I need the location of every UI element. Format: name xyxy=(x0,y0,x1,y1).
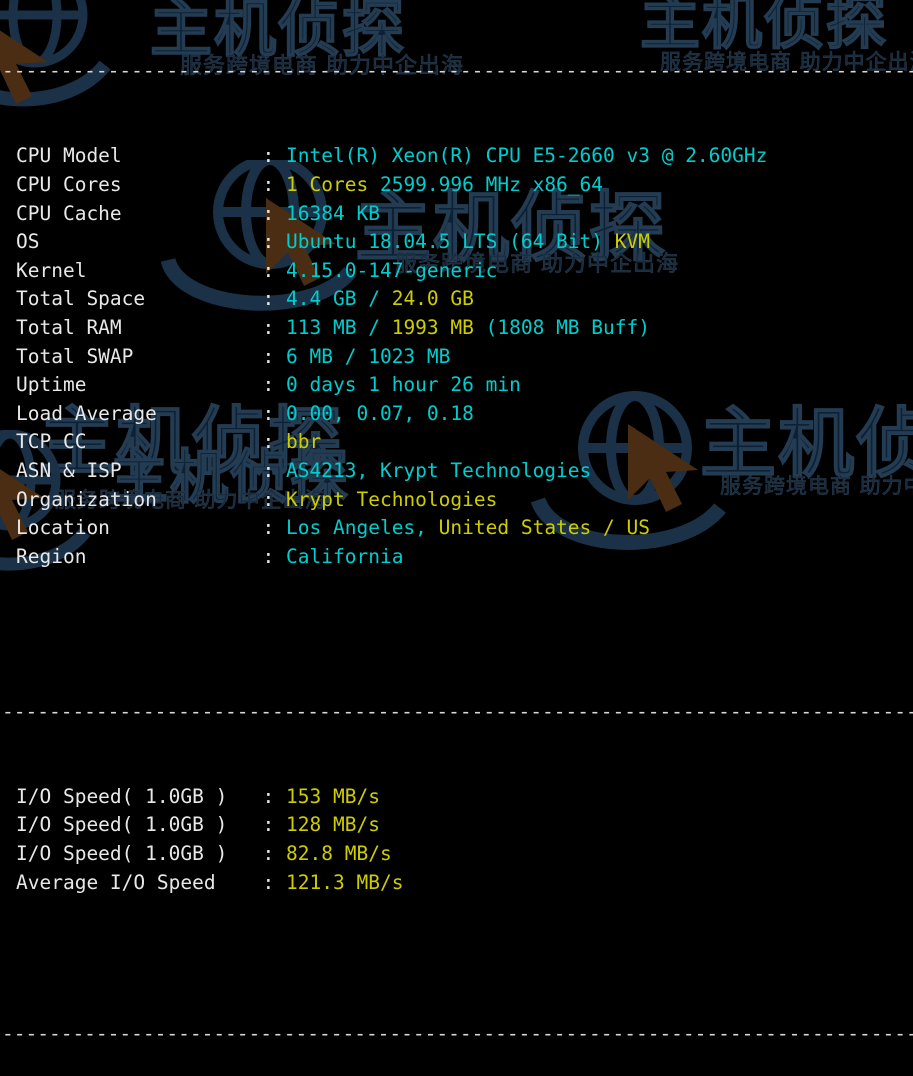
row-value: 153 MB/s xyxy=(286,784,380,808)
info-row: CPU Cores : 1 Cores 2599.996 MHz x86_64 xyxy=(0,171,913,200)
row-value: 121.3 MB/s xyxy=(286,870,404,894)
row-label: Uptime xyxy=(16,373,263,397)
row-colon: : xyxy=(262,315,287,339)
system-info-block: CPU Model : Intel(R) Xeon(R) CPU E5-2660… xyxy=(0,142,913,571)
row-colon: : xyxy=(262,172,287,196)
row-label: Location xyxy=(16,516,263,540)
row-colon: : xyxy=(262,458,287,482)
info-row: Organization : Krypt Technologies xyxy=(0,486,913,515)
info-row: ASN & ISP : AS4213, Krypt Technologies xyxy=(0,457,913,486)
info-row: CPU Model : Intel(R) Xeon(R) CPU E5-2660… xyxy=(0,142,913,171)
info-row: Total SWAP : 6 MB / 1023 MB xyxy=(0,343,913,372)
row-label: CPU Model xyxy=(16,144,263,168)
row-colon: : xyxy=(262,344,287,368)
row-value: 6 MB / 1023 MB xyxy=(286,344,451,368)
row-value: Ubuntu 18.04.5 LTS (64 Bit) xyxy=(286,230,604,254)
info-row: OS : Ubuntu 18.04.5 LTS (64 Bit) KVM xyxy=(0,228,913,257)
row-value: Intel(R) Xeon(R) CPU E5-2660 v3 @ 2.60GH… xyxy=(286,144,768,168)
row-colon: : xyxy=(262,813,287,837)
row-value: (1808 MB Buff) xyxy=(473,315,650,339)
row-colon: : xyxy=(262,201,287,225)
row-colon: : xyxy=(262,287,287,311)
row-label: OS xyxy=(16,230,263,254)
row-value: 128 MB/s xyxy=(286,813,380,837)
row-value: 24.0 GB xyxy=(391,287,474,311)
info-row: Load Average : 0.00, 0.07, 0.18 xyxy=(0,400,913,429)
row-colon: : xyxy=(262,230,287,254)
info-row: Uptime : 0 days 1 hour 26 min xyxy=(0,371,913,400)
row-label: Kernel xyxy=(16,258,263,282)
info-row: Region : California xyxy=(0,543,913,572)
info-row: CPU Cache : 16384 KB xyxy=(0,200,913,229)
row-value: 4.15.0-147-generic xyxy=(286,258,498,282)
row-value: 4.4 GB / xyxy=(286,287,392,311)
row-label: CPU Cores xyxy=(16,172,263,196)
row-value: 0 days 1 hour 26 min xyxy=(286,373,521,397)
separator-bottom: ----------------------------------------… xyxy=(2,1021,913,1045)
spacer-before-mid-rule xyxy=(0,628,913,640)
row-value: Krypt Technologies xyxy=(286,487,498,511)
terminal-output: ----------------------------------------… xyxy=(0,0,913,1076)
row-label: Average I/O Speed xyxy=(16,870,263,894)
row-colon: : xyxy=(262,870,287,894)
row-value: KVM xyxy=(603,230,650,254)
row-value: 113 MB / xyxy=(286,315,392,339)
row-colon: : xyxy=(262,842,287,866)
info-row: Total Space : 4.4 GB / 24.0 GB xyxy=(0,285,913,314)
separator-middle: ----------------------------------------… xyxy=(2,699,913,723)
info-row: Location : Los Angeles, United States / … xyxy=(0,514,913,543)
row-colon: : xyxy=(262,258,287,282)
row-value: 1993 MB xyxy=(391,315,474,339)
row-value: United States / US xyxy=(426,516,650,540)
row-value: bbr xyxy=(286,430,322,454)
row-label: Total Space xyxy=(16,287,263,311)
row-value: California xyxy=(286,544,404,568)
row-colon: : xyxy=(262,487,287,511)
row-colon: : xyxy=(262,516,287,540)
row-colon: : xyxy=(262,784,287,808)
spacer-before-bottom-rule xyxy=(0,954,913,962)
io-row: Average I/O Speed : 121.3 MB/s xyxy=(0,869,913,898)
row-colon: : xyxy=(262,401,287,425)
row-value: Los Angeles, xyxy=(286,516,427,540)
io-row: I/O Speed( 1.0GB ) : 82.8 MB/s xyxy=(0,840,913,869)
row-value: 2599.996 MHz x86_64 xyxy=(368,172,604,196)
row-colon: : xyxy=(262,144,287,168)
row-value: 16384 KB xyxy=(286,201,380,225)
io-row: I/O Speed( 1.0GB ) : 128 MB/s xyxy=(0,811,913,840)
row-value: 1 Cores xyxy=(286,172,369,196)
io-row: I/O Speed( 1.0GB ) : 153 MB/s xyxy=(0,783,913,812)
row-label: Region xyxy=(16,544,263,568)
row-label: I/O Speed( 1.0GB ) xyxy=(16,842,263,866)
row-label: Load Average xyxy=(16,401,263,425)
row-value: 82.8 MB/s xyxy=(286,842,392,866)
row-colon: : xyxy=(262,430,287,454)
row-label: Total SWAP xyxy=(16,344,263,368)
row-colon: : xyxy=(262,373,287,397)
row-label: I/O Speed( 1.0GB ) xyxy=(16,784,263,808)
info-row: Total RAM : 113 MB / 1993 MB (1808 MB Bu… xyxy=(0,314,913,343)
row-label: I/O Speed( 1.0GB ) xyxy=(16,813,263,837)
info-row: Kernel : 4.15.0-147-generic xyxy=(0,257,913,286)
row-label: CPU Cache xyxy=(16,201,263,225)
row-label: Total RAM xyxy=(16,315,263,339)
row-value: 0.00, 0.07, 0.18 xyxy=(286,401,474,425)
row-value: AS4213, Krypt Technologies xyxy=(286,458,592,482)
row-label: ASN & ISP xyxy=(16,458,263,482)
row-label: TCP CC xyxy=(16,430,263,454)
separator-top: ----------------------------------------… xyxy=(2,59,913,83)
io-speed-block: I/O Speed( 1.0GB ) : 153 MB/s I/O Speed( … xyxy=(0,783,913,897)
row-label: Organization xyxy=(16,487,263,511)
row-colon: : xyxy=(262,544,287,568)
info-row: TCP CC : bbr xyxy=(0,428,913,457)
